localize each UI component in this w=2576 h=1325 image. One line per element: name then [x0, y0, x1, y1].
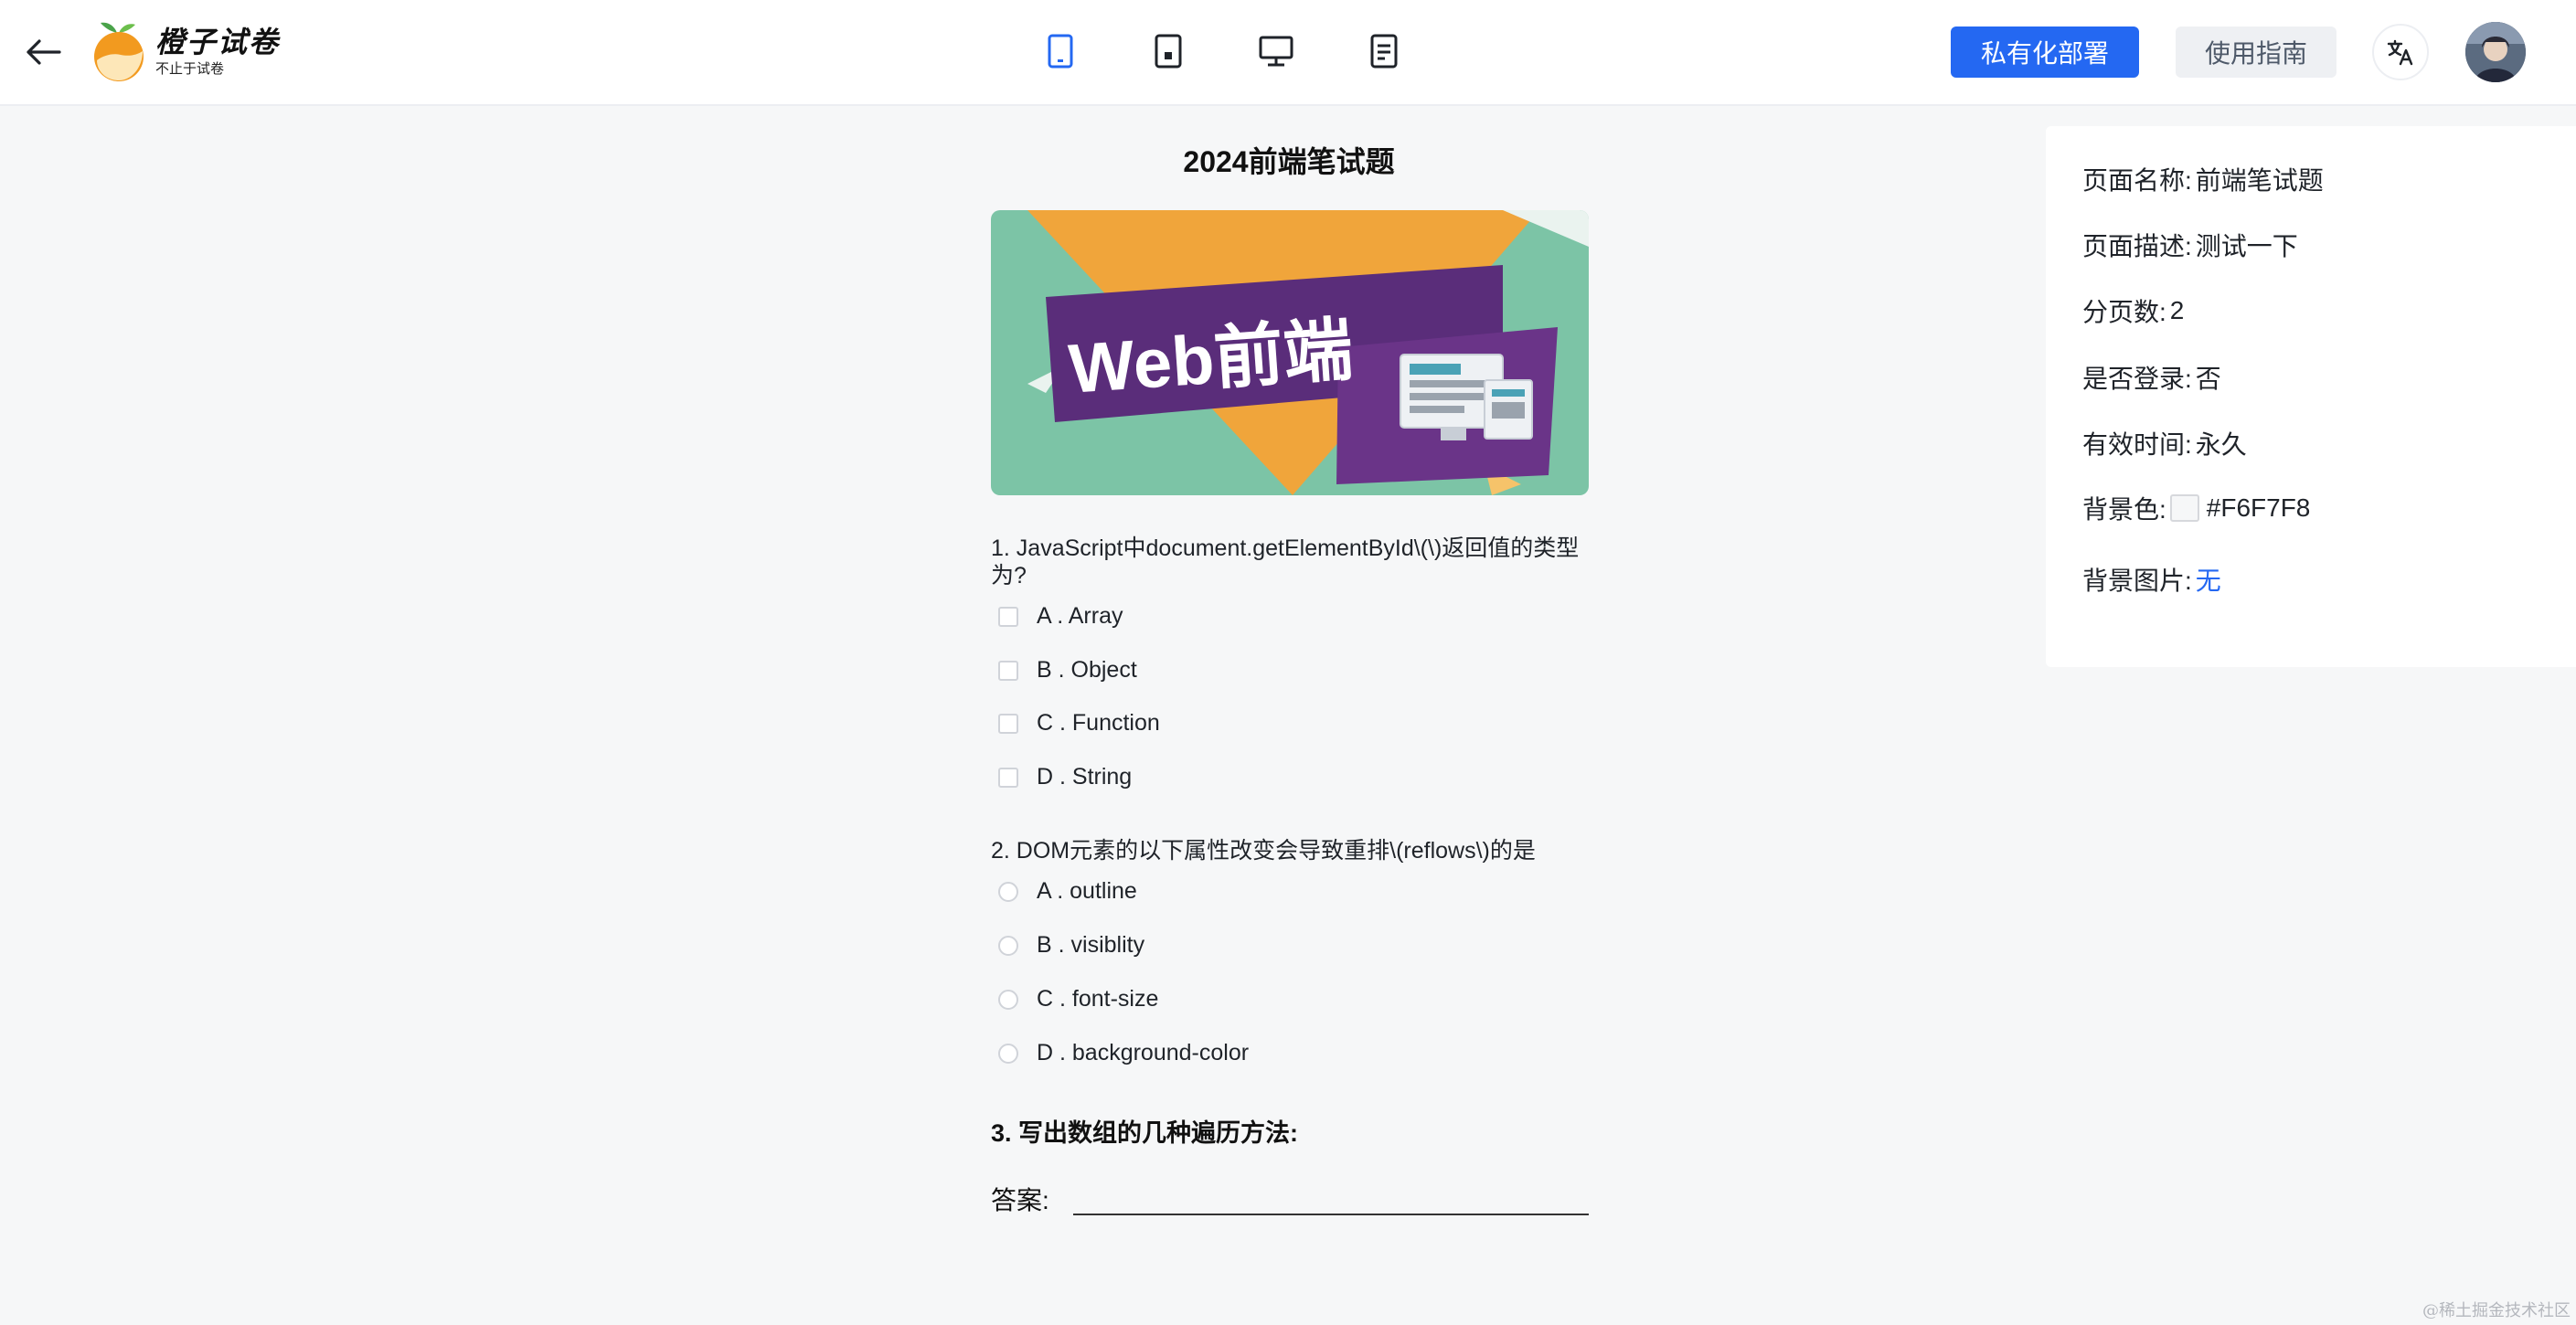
- document-preview-icon[interactable]: [1357, 27, 1411, 75]
- q2-option-b[interactable]: B . visiblity: [998, 932, 1144, 959]
- bg-image-row: 背景图片: 无: [2082, 561, 2221, 598]
- q2-option-d[interactable]: D . background-color: [998, 1040, 1249, 1066]
- q2-option-c[interactable]: C . font-size: [998, 986, 1158, 1012]
- page-count-value: 2: [2169, 296, 2185, 324]
- device-switcher: [1033, 27, 1411, 75]
- paper-banner-image: Web前端: [991, 210, 1589, 495]
- user-guide-button[interactable]: 使用指南: [2176, 26, 2336, 78]
- radio-button[interactable]: [998, 989, 1018, 1010]
- q1-option-c[interactable]: C . Function: [998, 710, 1160, 737]
- checkbox[interactable]: [998, 713, 1018, 734]
- brand-name: 橙子试卷: [155, 26, 281, 58]
- top-bar: 橙子试卷 不止于试卷 私有化部署 使用指南: [0, 0, 2576, 106]
- page-desc-row: 页面描述: 测试一下: [2082, 227, 2298, 263]
- q1-option-d[interactable]: D . String: [998, 764, 1132, 790]
- paper-title: 2024前端笔试题: [1183, 145, 1395, 178]
- orange-logo-icon: [90, 20, 148, 82]
- question-1-text: 1. JavaScript中document.getElementById\(\…: [991, 535, 1580, 588]
- question-3-text: 3. 写出数组的几种遍历方法:: [991, 1119, 1299, 1147]
- login-row: 是否登录: 否: [2082, 359, 2221, 396]
- tablet-preview-icon[interactable]: [1141, 27, 1196, 75]
- page-desc-value: 测试一下: [2195, 232, 2298, 260]
- valid-time-value: 永久: [2195, 430, 2247, 459]
- login-value: 否: [2195, 365, 2221, 393]
- page-name-value: 前端笔试题: [2195, 166, 2324, 195]
- bg-color-row: 背景色: #F6F7F8: [2082, 493, 2311, 524]
- radio-button[interactable]: [998, 935, 1018, 956]
- mobile-preview-icon[interactable]: [1033, 27, 1088, 75]
- checkbox[interactable]: [998, 606, 1018, 627]
- back-arrow-icon[interactable]: [20, 29, 66, 75]
- bg-color-swatch[interactable]: [2169, 494, 2199, 522]
- bg-color-value: #F6F7F8: [2206, 493, 2311, 522]
- radio-button[interactable]: [998, 881, 1018, 902]
- watermark: @稀土掘金技术社区: [2422, 1301, 2571, 1320]
- answer-input[interactable]: [1073, 1190, 1589, 1215]
- answer-label: 答案:: [991, 1186, 1049, 1214]
- q2-option-a[interactable]: A . outline: [998, 878, 1137, 905]
- page-name-row: 页面名称: 前端笔试题: [2082, 161, 2324, 197]
- checkbox[interactable]: [998, 767, 1018, 788]
- radio-button[interactable]: [998, 1043, 1018, 1064]
- brand-tagline: 不止于试卷: [155, 61, 225, 77]
- page-count-row: 分页数: 2: [2082, 296, 2185, 326]
- user-avatar[interactable]: [2465, 22, 2526, 82]
- q1-option-a[interactable]: A . Array: [998, 603, 1123, 630]
- translate-icon[interactable]: [2372, 24, 2429, 80]
- valid-time-row: 有效时间: 永久: [2082, 425, 2247, 461]
- private-deploy-button[interactable]: 私有化部署: [1951, 26, 2139, 78]
- q1-option-b[interactable]: B . Object: [998, 657, 1137, 684]
- question-2-text: 2. DOM元素的以下属性改变会导致重排\(reflows\)的是: [991, 838, 1536, 864]
- bg-image-link[interactable]: 无: [2196, 561, 2221, 598]
- checkbox[interactable]: [998, 660, 1018, 681]
- desktop-preview-icon[interactable]: [1249, 27, 1304, 75]
